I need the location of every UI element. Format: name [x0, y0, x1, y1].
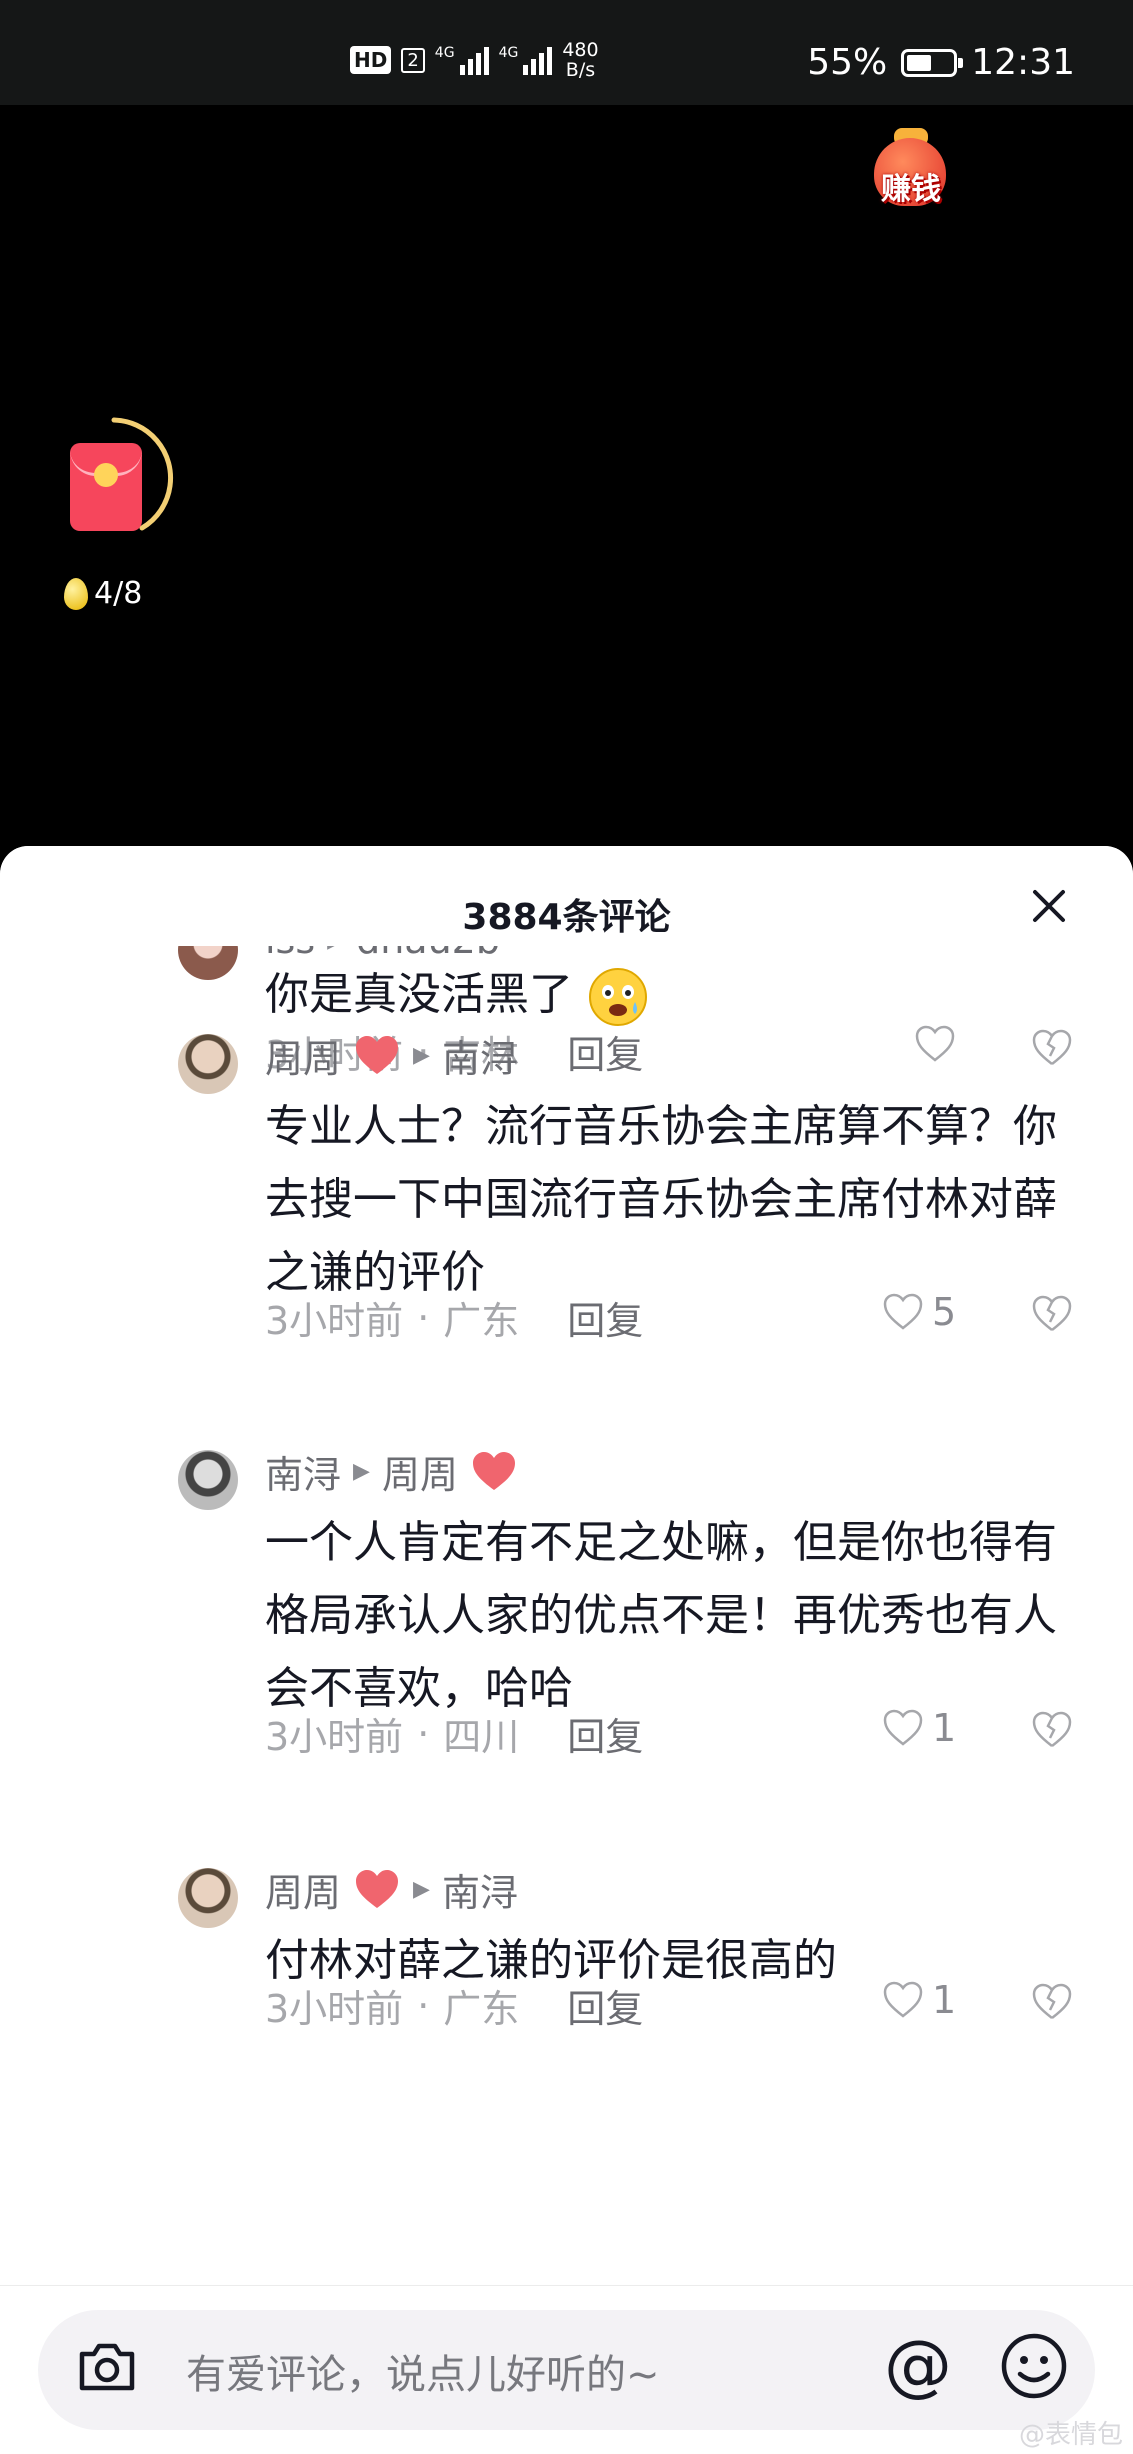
network-type-label: 4G: [434, 45, 455, 61]
signal-icon: 4G: [435, 45, 489, 75]
broken-heart-icon[interactable]: [1030, 1026, 1074, 1070]
reply-arrow-icon: ▶: [413, 1877, 430, 1902]
network-speed: 480 B/s: [562, 40, 598, 80]
heart-icon: [915, 1025, 955, 1062]
heart-icon: [883, 1981, 923, 2018]
heart-icon: [883, 1293, 923, 1330]
author-name[interactable]: 南浔: [265, 1444, 341, 1499]
broken-heart-icon[interactable]: [1030, 1292, 1074, 1336]
red-heart-emoji-icon: [472, 1451, 515, 1490]
clock: 12:31: [971, 42, 1075, 83]
avatar[interactable]: [178, 1034, 238, 1094]
reply-button[interactable]: 回复: [567, 1290, 643, 1345]
comment-text: 一个人肯定有不足之处嘛，但是你也得有格局承认人家的优点不是！再优秀也有人会不喜欢…: [265, 1517, 1057, 1714]
signal-icon: 4G: [499, 45, 553, 75]
comment-meta: 3小时前 · 广东 回复: [265, 1978, 643, 2033]
camera-icon[interactable]: [72, 2332, 142, 2402]
comment-input-placeholder[interactable]: 有爱评论，说点儿好听的~: [186, 2342, 660, 2400]
comment-location: 四川: [443, 1715, 520, 1759]
close-icon[interactable]: [1025, 882, 1073, 930]
like-count: 1: [932, 1706, 957, 1750]
task-progress-label: 4/8: [94, 576, 143, 611]
battery-icon: [901, 48, 964, 77]
comments-sheet: 3884条评论 iss ▶ dnau2b 你是真没活黑了: [0, 846, 1133, 2453]
status-left: HD 2 4G 4G 480 B/s: [350, 40, 599, 80]
status-right: 55% 12:31: [807, 42, 1075, 83]
comments-list[interactable]: iss ▶ dnau2b 你是真没活黑了 3小时前 · 吉林 回复: [0, 938, 1133, 2288]
red-packet-button[interactable]: [70, 443, 142, 531]
reply-button[interactable]: 回复: [567, 1706, 643, 1761]
comment-text-content: 你是真没活黑了: [265, 969, 573, 1020]
like-count: 5: [932, 1290, 957, 1334]
watermark: @表情包: [1018, 2420, 1123, 2450]
comment-meta: 3小时前 · 广东 回复: [265, 1290, 643, 1345]
reply-arrow-icon: ▶: [353, 1459, 370, 1484]
red-heart-emoji-icon: [356, 1035, 399, 1074]
broken-heart-icon[interactable]: [1030, 1980, 1074, 2024]
task-progress: 4/8: [64, 576, 142, 611]
comment-meta: 3小时前 · 四川 回复: [265, 1706, 643, 1761]
scared-face-emoji-icon: [589, 968, 647, 1026]
hd-badge: HD: [350, 46, 392, 74]
meta-separator: ·: [417, 1711, 430, 1756]
sim-badge: 2: [401, 47, 425, 73]
gold-egg-icon: [64, 577, 88, 610]
like-button[interactable]: 5: [882, 1290, 956, 1334]
avatar[interactable]: [178, 1450, 238, 1510]
red-heart-emoji-icon: [356, 1869, 399, 1908]
comment-time: 3小时前: [265, 1715, 404, 1759]
author-name[interactable]: 周周: [265, 1862, 341, 1917]
meta-separator: ·: [417, 1983, 430, 2028]
reply-button[interactable]: 回复: [567, 1024, 643, 1079]
comment-text: 你是真没活黑了: [265, 958, 1085, 1031]
comment-input-bar: 有爱评论，说点儿好听的~ @ @表情包: [0, 2285, 1133, 2454]
meta-separator: ·: [417, 1295, 430, 1340]
earn-money-label: 赚钱: [881, 172, 941, 207]
broken-heart-icon[interactable]: [1030, 1708, 1074, 1752]
like-button[interactable]: 1: [882, 1978, 956, 2022]
reply-arrow-icon: ▶: [413, 1043, 430, 1068]
avatar[interactable]: [178, 1868, 238, 1928]
earn-money-button[interactable]: 赚钱: [868, 128, 954, 210]
battery-percent: 55%: [807, 42, 888, 83]
red-packet-coin-icon: [94, 463, 118, 487]
reply-to-name[interactable]: 南浔: [442, 1028, 518, 1083]
reply-to-name[interactable]: 周周: [382, 1444, 458, 1499]
comments-header: 3884条评论: [0, 846, 1133, 946]
comment-text: 专业人士？流行音乐协会主席算不算？你去搜一下中国流行音乐协会主席付林对薛之谦的评…: [265, 1101, 1057, 1298]
network-type-label: 4G: [498, 45, 519, 61]
comment-time: 3小时前: [265, 1299, 404, 1343]
author-name[interactable]: 周周: [265, 1028, 341, 1083]
comment-names: 周周 ▶ 南浔: [265, 1028, 518, 1083]
status-bar: HD 2 4G 4G 480 B/s 55% 12:31: [0, 0, 1133, 105]
reply-button[interactable]: 回复: [567, 1978, 643, 2033]
heart-icon: [883, 1709, 923, 1746]
at-icon[interactable]: @: [884, 2326, 952, 2406]
reply-to-name[interactable]: 南浔: [442, 1862, 518, 1917]
comment-names: 南浔 ▶ 周周: [265, 1444, 518, 1499]
network-speed-value: 480: [562, 39, 599, 61]
comment-location: 广东: [443, 1299, 520, 1343]
like-button[interactable]: 1: [882, 1706, 956, 1750]
smile-icon[interactable]: [998, 2330, 1070, 2402]
comments-count-title: 3884条评论: [462, 897, 671, 938]
like-count: 1: [932, 1978, 957, 2022]
comment-names: 周周 ▶ 南浔: [265, 1862, 518, 1917]
network-speed-unit: B/s: [565, 59, 596, 81]
like-button[interactable]: [914, 1024, 964, 1064]
comment-time: 3小时前: [265, 1987, 404, 2031]
comment-location: 广东: [443, 1987, 520, 2031]
battery-fill: [907, 54, 932, 71]
